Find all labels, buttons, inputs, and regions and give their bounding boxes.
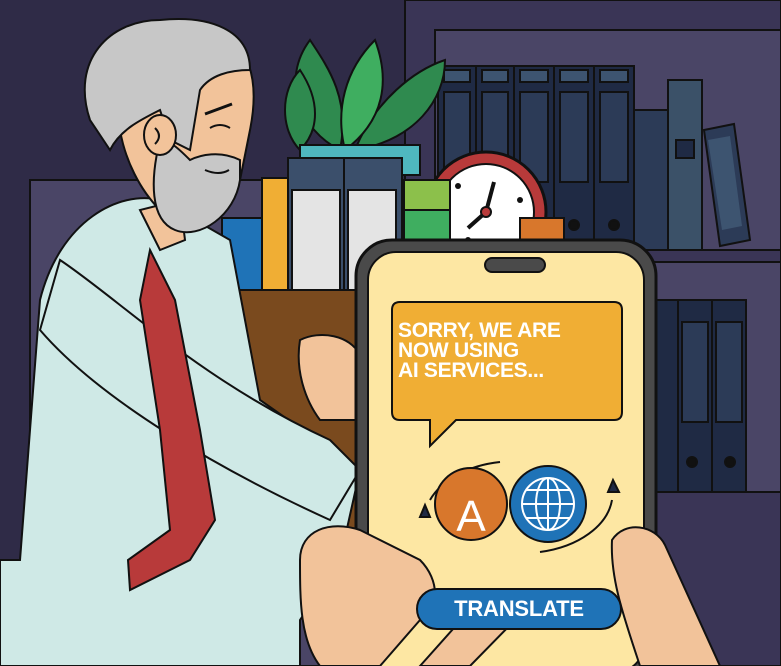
illustration: SORRY, WE ARE NOW USING AI SERVICES... A… [0,0,781,666]
globe-icon [509,465,587,543]
scene-artwork [0,0,781,666]
message-line: SORRY, WE ARE [398,319,561,342]
message-line: NOW USING [398,339,519,362]
message-line: AI SERVICES... [398,359,544,382]
speech-bubble-message: SORRY, WE ARE NOW USING AI SERVICES... [398,319,608,382]
translate-button[interactable]: TRANSLATE [416,588,622,630]
source-language-letter: A [456,492,486,541]
